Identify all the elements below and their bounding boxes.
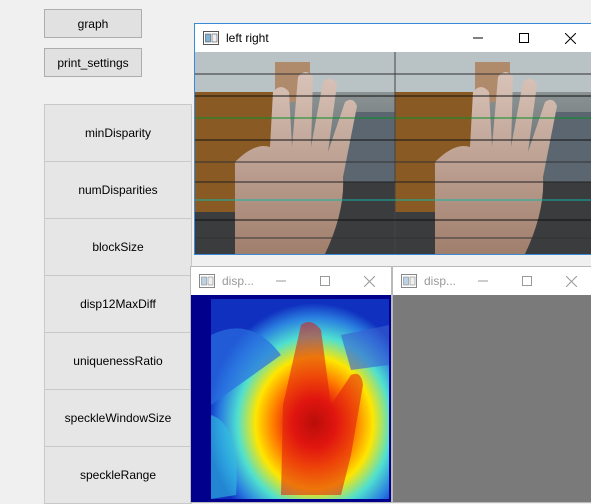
param-speckle-window-size[interactable]: speckleWindowSize <box>44 389 192 447</box>
window-controls <box>259 267 391 295</box>
maximize-icon <box>519 33 529 43</box>
param-disp12-max-diff[interactable]: disp12MaxDiff <box>44 275 192 333</box>
disparity-window-1[interactable]: disp... <box>190 266 392 503</box>
window-controls <box>461 267 591 295</box>
close-icon <box>363 275 375 287</box>
minimize-icon <box>276 280 286 282</box>
window-title: left right <box>226 31 269 45</box>
minimize-button[interactable] <box>461 267 505 295</box>
param-speckle-range[interactable]: speckleRange <box>44 446 192 504</box>
minimize-button[interactable] <box>455 24 501 52</box>
print-settings-button[interactable]: print_settings <box>44 48 142 77</box>
stereo-pair-image <box>195 52 591 254</box>
app-window-icon <box>401 274 417 288</box>
minimize-icon <box>473 37 483 39</box>
close-icon <box>565 275 577 287</box>
left-right-window[interactable]: left right <box>194 23 591 255</box>
param-min-disparity[interactable]: minDisparity <box>44 104 192 162</box>
disparity-window-2[interactable]: disp... <box>392 266 591 503</box>
app-window-icon <box>199 274 215 288</box>
minimize-button[interactable] <box>259 267 303 295</box>
window-title: disp... <box>222 274 255 288</box>
window-title: disp... <box>424 274 457 288</box>
disparity-map-image <box>191 295 391 502</box>
maximize-button[interactable] <box>501 24 547 52</box>
param-uniqueness-ratio[interactable]: uniquenessRatio <box>44 332 192 390</box>
maximize-icon <box>522 276 532 286</box>
close-icon <box>564 32 576 44</box>
param-block-size[interactable]: blockSize <box>44 218 192 276</box>
disparity-map-view <box>191 295 391 502</box>
window-controls <box>455 24 591 52</box>
disparity-map-view-2 <box>393 295 591 502</box>
maximize-icon <box>320 276 330 286</box>
stereo-pair-view <box>195 52 591 254</box>
app-window-icon <box>203 31 219 45</box>
close-button[interactable] <box>347 267 391 295</box>
minimize-icon <box>478 280 488 282</box>
maximize-button[interactable] <box>505 267 549 295</box>
graph-button[interactable]: graph <box>44 9 142 38</box>
maximize-button[interactable] <box>303 267 347 295</box>
close-button[interactable] <box>549 267 591 295</box>
param-num-disparities[interactable]: numDisparities <box>44 161 192 219</box>
close-button[interactable] <box>547 24 591 52</box>
